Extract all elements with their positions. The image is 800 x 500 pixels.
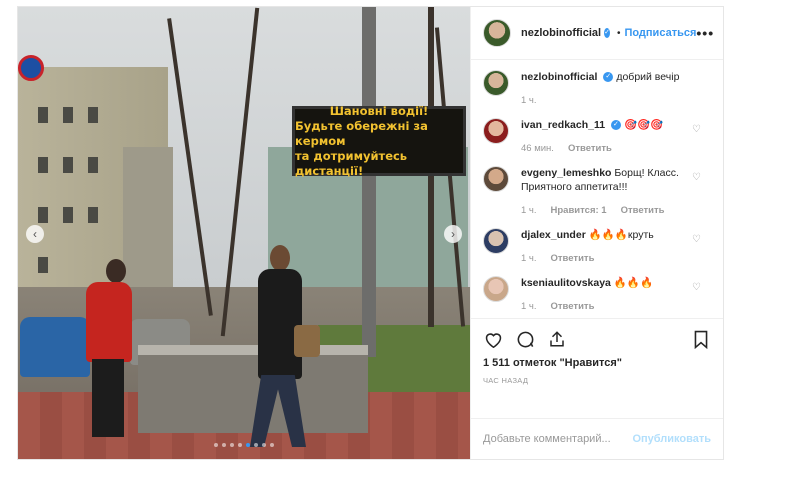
comment-like-icon[interactable]: ♡	[692, 282, 701, 293]
comment-item: evgeny_lemeshko Борщ! Класс. Приятного а…	[483, 166, 711, 218]
sign-line-2: Будьте обережні за кермом	[295, 118, 428, 148]
avatar[interactable]	[483, 276, 509, 302]
photo-man-bag	[294, 325, 320, 357]
comment-likes[interactable]: Нравится: 1	[551, 205, 607, 216]
comment-body: nezlobinofficial ✓ добрий вечір 1 ч.	[521, 70, 686, 108]
reply-button[interactable]: Ответить	[568, 143, 612, 154]
sign-line-1: Шановні водії!	[329, 103, 429, 118]
post-header: nezlobinofficial ✓ • Подписаться •••	[471, 7, 723, 60]
verified-icon: ✓	[610, 120, 621, 131]
carousel-prev-button[interactable]: ‹	[26, 225, 44, 243]
carousel-dot	[246, 443, 250, 447]
comment-item: nezlobinofficial ✓ добрий вечір 1 ч.	[483, 70, 711, 108]
heart-icon[interactable]	[483, 329, 503, 349]
photo-man-coat	[258, 269, 302, 379]
comment-username[interactable]: ivan_redkach_11	[521, 119, 605, 131]
avatar[interactable]	[483, 228, 509, 254]
comment-body: ivan_redkach_11 ✓ 🎯🎯🎯 46 мин. Ответить	[521, 118, 686, 156]
comment-username[interactable]: kseniaulitovskaya	[521, 277, 611, 289]
reply-button[interactable]: Ответить	[621, 205, 665, 216]
photo-woman-head	[106, 259, 126, 283]
comment-time: 1 ч.	[521, 253, 537, 264]
carousel-dot	[230, 443, 234, 447]
comment-like-icon[interactable]: ♡	[692, 172, 701, 183]
comment-text: 🔥🔥🔥	[613, 277, 654, 289]
carousel-dot	[262, 443, 266, 447]
comment-text: 🎯🎯🎯	[623, 119, 664, 131]
carousel-dot	[270, 443, 274, 447]
carousel-dot	[222, 443, 226, 447]
photo-man-head	[270, 245, 290, 271]
avatar[interactable]	[483, 19, 511, 47]
photo-woman-red-coat	[86, 282, 132, 362]
comment-text: 🔥🔥🔥круть	[588, 229, 654, 241]
comment-body: djalex_under 🔥🔥🔥круть 1 ч. Ответить	[521, 228, 686, 266]
no-stopping-sign-icon	[18, 55, 44, 81]
comment-item: ivan_redkach_11 ✓ 🎯🎯🎯 46 мин. Ответить ♡	[483, 118, 711, 156]
instagram-post: Шановні водії! Будьте обережні за кермом…	[17, 6, 724, 460]
verified-icon: ✓	[604, 28, 610, 38]
comment-meta: 1 ч.	[521, 94, 686, 108]
avatar[interactable]	[483, 166, 509, 192]
comment-input[interactable]: Добавьте комментарий...	[483, 433, 611, 445]
comments-list: nezlobinofficial ✓ добрий вечір 1 ч. ivan_r…	[471, 60, 723, 318]
publish-button[interactable]: Опубликовать	[632, 433, 711, 445]
comment-username[interactable]: evgeny_lemeshko	[521, 167, 611, 179]
comment-time: 1 ч.	[521, 205, 537, 216]
photo-stone-wall	[138, 345, 368, 433]
comment-time: 46 мин.	[521, 143, 554, 154]
add-comment-bar: Добавьте комментарий... Опубликовать	[471, 418, 723, 459]
post-timestamp: ЧАС НАЗАД	[483, 376, 529, 385]
avatar[interactable]	[483, 70, 509, 96]
photo-sign-pole	[362, 7, 376, 357]
comment-body: kseniaulitovskaya 🔥🔥🔥 1 ч. Ответить	[521, 276, 686, 314]
post-photo[interactable]: Шановні водії! Будьте обережні за кермом…	[18, 7, 470, 459]
comment-username[interactable]: djalex_under	[521, 229, 586, 241]
sign-line-3: та дотримуйтесь дистанції!	[295, 148, 408, 178]
photo-car-blue	[20, 317, 90, 377]
comment-time: 1 ч.	[521, 95, 537, 106]
avatar[interactable]	[483, 118, 509, 144]
comment-item: djalex_under 🔥🔥🔥круть 1 ч. Ответить ♡	[483, 228, 711, 266]
verified-icon: ✓	[603, 72, 614, 83]
carousel-dots	[18, 443, 470, 447]
post-actions: 1 511 отметок "Нравится" ЧАС НАЗАД	[471, 318, 723, 418]
photo-woman-legs	[92, 359, 124, 437]
bookmark-icon[interactable]	[691, 329, 711, 349]
comment-meta: 1 ч. Ответить	[521, 300, 686, 314]
comment-meta: 1 ч. Ответить	[521, 252, 686, 266]
comment-like-icon[interactable]: ♡	[692, 234, 701, 245]
comment-meta: 1 ч. Нравится: 1 Ответить	[521, 204, 686, 218]
carousel-dot	[214, 443, 218, 447]
separator-dot: •	[616, 27, 621, 39]
comment-body: evgeny_lemeshko Борщ! Класс. Приятного а…	[521, 166, 686, 218]
comment-item: kseniaulitovskaya 🔥🔥🔥 1 ч. Ответить ♡	[483, 276, 711, 314]
post-username[interactable]: nezlobinofficial	[521, 27, 601, 39]
comment-text: добрий вечір	[616, 71, 680, 83]
comment-like-icon[interactable]: ♡	[692, 124, 701, 135]
carousel-dot	[238, 443, 242, 447]
comment-icon[interactable]	[515, 329, 535, 349]
comment-time: 1 ч.	[521, 301, 537, 312]
reply-button[interactable]: Ответить	[551, 301, 595, 312]
likes-count[interactable]: 1 511 отметок "Нравится"	[483, 357, 711, 369]
comment-meta: 46 мин. Ответить	[521, 142, 686, 156]
more-options-icon[interactable]: •••	[696, 25, 714, 41]
post-sidebar: nezlobinofficial ✓ • Подписаться ••• nez…	[470, 7, 723, 459]
carousel-dot	[254, 443, 258, 447]
comment-username[interactable]: nezlobinofficial	[521, 71, 597, 83]
led-road-sign: Шановні водії! Будьте обережні за кермом…	[292, 103, 466, 178]
reply-button[interactable]: Ответить	[551, 253, 595, 264]
carousel-next-button[interactable]: ›	[444, 225, 462, 243]
share-icon[interactable]	[547, 329, 567, 349]
follow-button[interactable]: Подписаться	[624, 27, 696, 39]
